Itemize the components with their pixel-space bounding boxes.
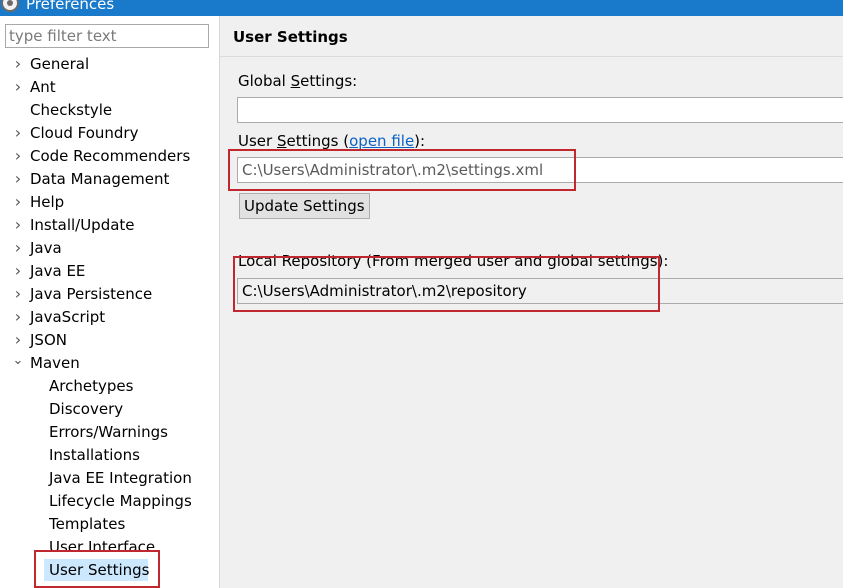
chevron-right-icon[interactable] xyxy=(12,76,24,98)
tree-item-label: Templates xyxy=(49,515,126,533)
tree-item-label: Lifecycle Mappings xyxy=(49,492,192,510)
chevron-right-icon[interactable] xyxy=(12,53,24,75)
chevron-right-icon[interactable] xyxy=(12,145,24,167)
tree-item-help[interactable]: Help xyxy=(0,191,219,213)
tree-item-cloud-foundry[interactable]: Cloud Foundry xyxy=(0,122,219,144)
tree-item-label: User Interface xyxy=(49,538,156,556)
tree-item-label: Checkstyle xyxy=(30,101,113,119)
tree-item-maven-user-settings[interactable]: User Settings xyxy=(0,559,219,581)
tree-item-ant[interactable]: Ant xyxy=(0,76,219,98)
tree-item-java-persistence[interactable]: Java Persistence xyxy=(0,283,219,305)
tree-item-maven-templates[interactable]: Templates xyxy=(0,513,219,535)
tree-item-json[interactable]: JSON xyxy=(0,329,219,351)
header-divider xyxy=(220,56,843,57)
tree-item-maven-errors-warnings[interactable]: Errors/Warnings xyxy=(0,421,219,443)
local-repository-label: Local Repository (From merged user and g… xyxy=(238,252,669,270)
tree-item-label: Data Management xyxy=(30,170,170,188)
user-settings-field[interactable] xyxy=(237,157,843,183)
tree-item-maven-discovery[interactable]: Discovery xyxy=(0,398,219,420)
title-bar[interactable]: Preferences xyxy=(0,0,843,16)
chevron-down-icon[interactable] xyxy=(12,352,24,374)
tree-item-install-update[interactable]: Install/Update xyxy=(0,214,219,236)
tree-item-general[interactable]: General xyxy=(0,53,219,75)
tree-item-label: Help xyxy=(30,193,65,211)
local-repository-field[interactable] xyxy=(237,278,843,304)
chevron-right-icon[interactable] xyxy=(12,122,24,144)
tree-item-maven-java-ee-integration[interactable]: Java EE Integration xyxy=(0,467,219,489)
tree-item-label: JavaScript xyxy=(30,308,106,326)
tree-item-label: Ant xyxy=(30,78,56,96)
tree-item-label: Java EE xyxy=(30,262,86,280)
global-settings-label: Global Settings: xyxy=(238,72,358,90)
settings-page: User Settings Global Settings: User Sett… xyxy=(220,16,843,588)
window-title: Preferences xyxy=(26,0,115,13)
page-title: User Settings xyxy=(233,28,348,46)
chevron-right-icon[interactable] xyxy=(12,191,24,213)
tree-item-java[interactable]: Java xyxy=(0,237,219,259)
preferences-gear-icon xyxy=(1,0,19,12)
tree-item-label: JSON xyxy=(30,331,67,349)
chevron-right-icon[interactable] xyxy=(12,306,24,328)
filter-input[interactable] xyxy=(5,24,209,48)
tree-item-maven-installations[interactable]: Installations xyxy=(0,444,219,466)
tree-item-javascript[interactable]: JavaScript xyxy=(0,306,219,328)
chevron-right-icon[interactable] xyxy=(12,329,24,351)
update-settings-button[interactable]: Update Settings xyxy=(239,193,370,219)
open-file-link[interactable]: open file xyxy=(349,132,414,150)
chevron-right-icon[interactable] xyxy=(12,237,24,259)
tree-item-label: Install/Update xyxy=(30,216,135,234)
tree-item-java-ee[interactable]: Java EE xyxy=(0,260,219,282)
tree-item-label: Code Recommenders xyxy=(30,147,191,165)
tree-item-maven[interactable]: Maven xyxy=(0,352,219,374)
tree-item-code-recommenders[interactable]: Code Recommenders xyxy=(0,145,219,167)
tree-item-maven-archetypes[interactable]: Archetypes xyxy=(0,375,219,397)
tree-item-label: User Settings xyxy=(49,561,150,579)
tree-item-checkstyle[interactable]: Checkstyle xyxy=(0,99,219,121)
tree-item-label: Java EE Integration xyxy=(49,469,192,487)
tree-item-data-management[interactable]: Data Management xyxy=(0,168,219,190)
tree-item-maven-user-interface[interactable]: User Interface xyxy=(0,536,219,558)
tree-item-label: Java xyxy=(30,239,62,257)
tree-item-label: Discovery xyxy=(49,400,124,418)
tree-item-label: Cloud Foundry xyxy=(30,124,139,142)
tree-item-label: Maven xyxy=(30,354,80,372)
tree-item-maven-lifecycle-mappings[interactable]: Lifecycle Mappings xyxy=(0,490,219,512)
tree-item-label: Errors/Warnings xyxy=(49,423,168,441)
global-settings-field[interactable] xyxy=(237,97,843,123)
tree-item-label: Java Persistence xyxy=(30,285,153,303)
chevron-right-icon[interactable] xyxy=(12,168,24,190)
chevron-right-icon[interactable] xyxy=(12,214,24,236)
tree-item-label: Installations xyxy=(49,446,140,464)
chevron-right-icon[interactable] xyxy=(12,283,24,305)
chevron-right-icon[interactable] xyxy=(12,260,24,282)
preferences-tree-pane: General Ant Checkstyle Cloud Foundry Code Re… xyxy=(0,16,219,588)
tree-item-label: Archetypes xyxy=(49,377,134,395)
user-settings-label: User Settings (open file): xyxy=(238,132,426,150)
tree-item-label: General xyxy=(30,55,90,73)
